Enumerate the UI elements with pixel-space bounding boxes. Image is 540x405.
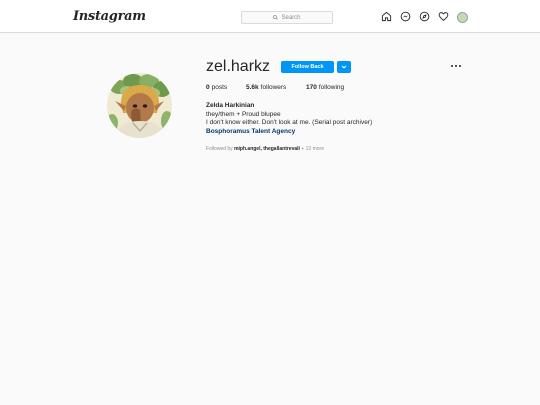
followed-by-users: miph.angel, thegallantrevali	[234, 146, 300, 152]
profile-stats: 0 posts 5.6k followers 170 following	[206, 84, 344, 91]
search-placeholder: Search	[281, 14, 301, 21]
followers-label: followers	[260, 84, 287, 91]
suggestions-dropdown-button[interactable]	[337, 61, 351, 73]
profile-username: zel.harkz	[206, 58, 271, 75]
profile-picture[interactable]	[107, 73, 172, 138]
messenger-icon[interactable]	[400, 11, 411, 22]
search-input[interactable]: Search	[241, 11, 333, 24]
profile-avatar[interactable]	[457, 11, 468, 23]
explore-icon[interactable]	[419, 11, 430, 22]
followers-count: 5.6k	[246, 84, 259, 91]
posts-label: posts	[211, 84, 228, 91]
search-icon	[273, 15, 279, 20]
followed-by-more: + 12 more	[301, 146, 324, 152]
bio-line-pronouns: they/them + Proud blupee	[206, 110, 281, 118]
bio-line-description: I don't know either. Don't look at me. (…	[206, 119, 373, 126]
bio-link[interactable]: Bosphoramus Talent Agency	[206, 128, 372, 137]
followers-link[interactable]: 5.6k followers	[246, 84, 306, 91]
top-navigation-bar: Instagram Search	[0, 0, 540, 33]
more-options-icon[interactable]	[449, 60, 463, 72]
following-count: 170	[306, 84, 317, 91]
posts-count: 0	[206, 84, 210, 91]
followed-by[interactable]: Followed by miph.angel, thegallantrevali…	[206, 146, 324, 152]
followed-by-prefix: Followed by	[206, 146, 233, 152]
home-icon[interactable]	[381, 11, 392, 22]
profile-bio: Zelda Harkinian they/them + Proud blupee…	[206, 102, 372, 136]
heart-icon[interactable]	[438, 11, 449, 22]
following-link[interactable]: 170 following	[306, 84, 344, 91]
follow-back-button[interactable]: Follow Back	[281, 61, 334, 73]
following-label: following	[318, 84, 345, 91]
nav-icons	[381, 11, 468, 23]
full-name: Zelda Harkinian	[206, 102, 255, 109]
chevron-down-icon	[341, 65, 347, 69]
instagram-logo[interactable]: Instagram	[73, 9, 146, 24]
posts-stat: 0 posts	[206, 84, 246, 91]
profile-picture-illustration	[107, 73, 172, 138]
